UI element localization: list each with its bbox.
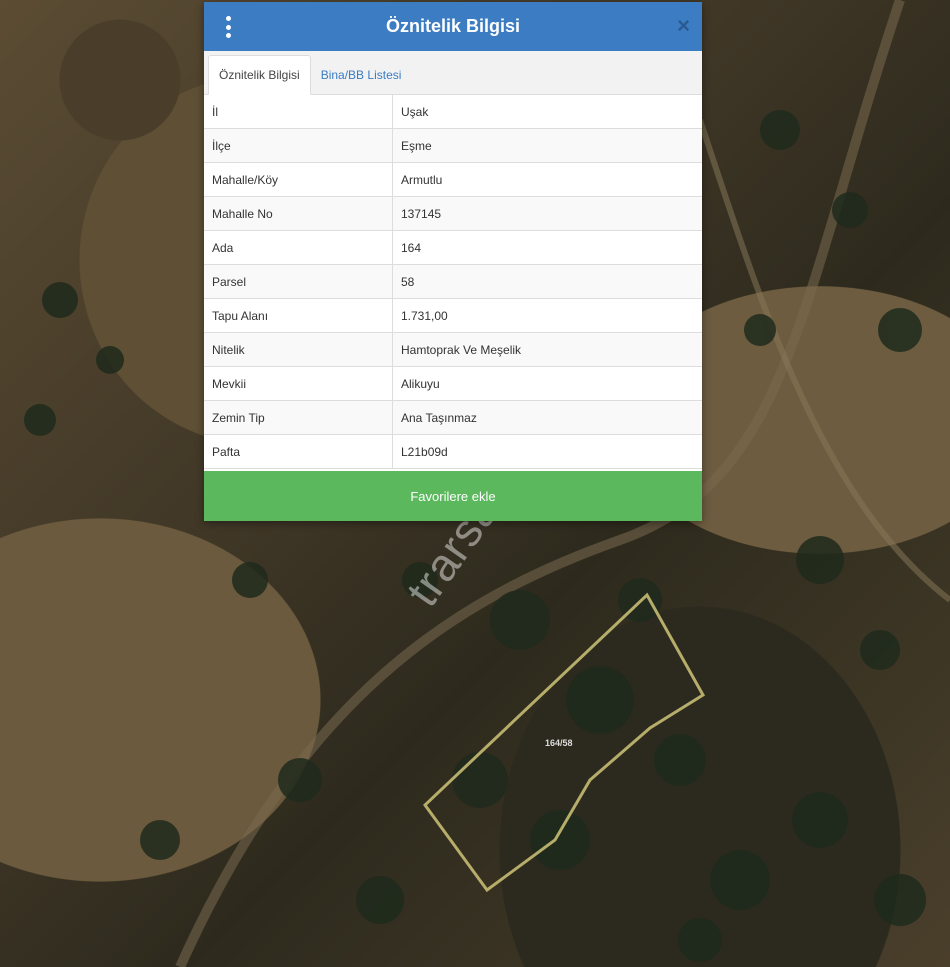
- table-row: Parsel 58: [204, 264, 702, 299]
- attribute-value: L21b09d: [392, 434, 702, 469]
- table-row: Tapu Alanı 1.731,00: [204, 298, 702, 333]
- attribute-key: Mevkii: [204, 366, 393, 401]
- attribute-key: Mahalle/Köy: [204, 162, 393, 197]
- dialog-header: Öznitelik Bilgisi ×: [204, 2, 702, 51]
- table-row: Mahalle/Köy Armutlu: [204, 162, 702, 197]
- attribute-value: 1.731,00: [392, 298, 702, 333]
- attribute-value: 58: [392, 264, 702, 299]
- attribute-key: Zemin Tip: [204, 400, 393, 435]
- attribute-value: 137145: [392, 196, 702, 231]
- attribute-value: Alikuyu: [392, 366, 702, 401]
- add-to-favorites-button[interactable]: Favorilere ekle: [204, 471, 702, 521]
- table-row: Zemin Tip Ana Taşınmaz: [204, 400, 702, 435]
- attribute-value: Ana Taşınmaz: [392, 400, 702, 435]
- attribute-value: Uşak: [392, 95, 702, 129]
- table-row: Mahalle No 137145: [204, 196, 702, 231]
- table-row: Pafta L21b09d: [204, 434, 702, 469]
- dialog-title: Öznitelik Bilgisi: [385, 16, 521, 36]
- parcel-label: 164/58: [545, 738, 573, 748]
- attribute-info-dialog: Öznitelik Bilgisi × Öznitelik Bilgisi Bi…: [204, 2, 702, 521]
- attribute-value: 164: [392, 230, 702, 265]
- attribute-table: İl Uşak İlçe Eşme Mahalle/Köy Armutlu Mahalle …: [204, 95, 702, 469]
- attribute-key: Pafta: [204, 434, 393, 469]
- tab-attribute-info[interactable]: Öznitelik Bilgisi: [208, 55, 311, 95]
- table-row: İlçe Eşme: [204, 128, 702, 163]
- attribute-key: İlçe: [204, 128, 393, 163]
- kebab-menu-icon[interactable]: [224, 16, 232, 38]
- attribute-key: Parsel: [204, 264, 393, 299]
- attribute-key: Tapu Alanı: [204, 298, 393, 333]
- table-row: Nitelik Hamtoprak Ve Meşelik: [204, 332, 702, 367]
- tab-bar: Öznitelik Bilgisi Bina/BB Listesi: [204, 51, 702, 95]
- attribute-key: Ada: [204, 230, 393, 265]
- attribute-key: İl: [204, 95, 393, 129]
- attribute-value: Armutlu: [392, 162, 702, 197]
- table-row: İl Uşak: [204, 95, 702, 129]
- attribute-key: Mahalle No: [204, 196, 393, 231]
- attribute-value: Eşme: [392, 128, 702, 163]
- attribute-key: Nitelik: [204, 332, 393, 367]
- table-row: Mevkii Alikuyu: [204, 366, 702, 401]
- close-icon[interactable]: ×: [677, 14, 690, 38]
- tab-building-list[interactable]: Bina/BB Listesi: [311, 56, 412, 94]
- attribute-value: Hamtoprak Ve Meşelik: [392, 332, 702, 367]
- table-row: Ada 164: [204, 230, 702, 265]
